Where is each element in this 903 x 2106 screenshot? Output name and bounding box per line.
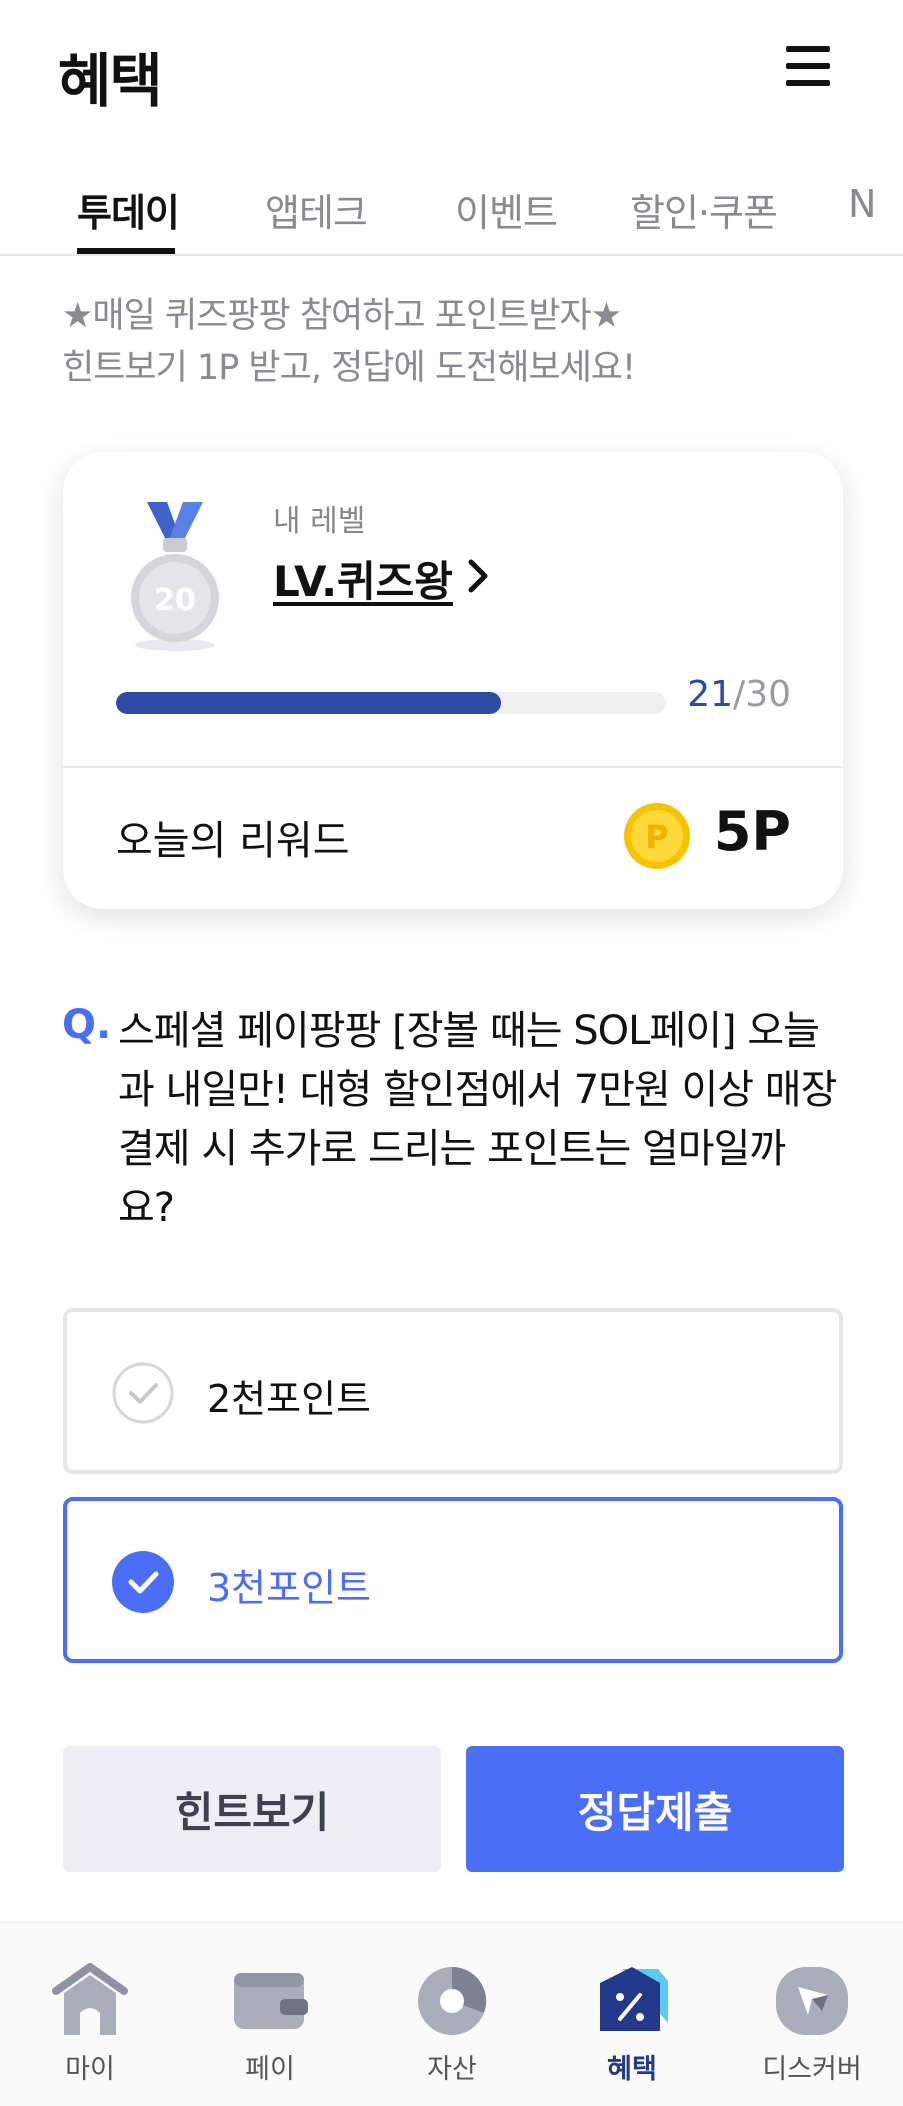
nav-item-benefits[interactable]: 혜택 bbox=[542, 1923, 722, 2106]
tab-next[interactable]: N bbox=[848, 182, 876, 226]
nav-label: 디스커버 bbox=[762, 2054, 862, 2085]
level-progress-fill bbox=[116, 692, 501, 714]
answer-option-1[interactable]: 2천포인트 bbox=[63, 1308, 843, 1474]
progress-separator: / bbox=[733, 674, 746, 715]
nav-label: 페이 bbox=[245, 2054, 295, 2085]
tab-event[interactable]: 이벤트 bbox=[455, 182, 558, 237]
quiz-intro: ★매일 퀴즈팡팡 참여하고 포인트받자★ 힌트보기 1P 받고, 정답에 도전해… bbox=[62, 290, 636, 394]
point-coin-icon: P bbox=[624, 803, 690, 869]
hamburger-menu-icon[interactable] bbox=[784, 44, 832, 88]
bottom-navigation: 마이 페이 자산 혜택 디스커버 bbox=[0, 1922, 903, 2106]
medal-number: 20 bbox=[154, 583, 196, 618]
nav-item-assets[interactable]: 자산 bbox=[362, 1923, 542, 2106]
nav-label: 마이 bbox=[65, 2054, 115, 2085]
answer-option-2[interactable]: 3천포인트 bbox=[63, 1497, 843, 1663]
progress-current: 21 bbox=[687, 674, 734, 715]
home-icon bbox=[52, 1963, 128, 2035]
wallet-icon bbox=[234, 1973, 308, 2029]
level-card: 20 내 레벨 LV.퀴즈왕 21/30 오늘의 리워드 P 5P bbox=[63, 452, 843, 909]
question-marker: Q. bbox=[62, 1002, 112, 1048]
level-name-link[interactable]: LV.퀴즈왕 bbox=[273, 548, 453, 609]
intro-line-2: 힌트보기 1P 받고, 정답에 도전해보세요! bbox=[62, 348, 636, 388]
nav-label: 자산 bbox=[427, 2054, 477, 2085]
active-tab-indicator bbox=[77, 248, 175, 254]
progress-total: 30 bbox=[745, 674, 791, 715]
nav-item-pay[interactable]: 페이 bbox=[180, 1923, 360, 2106]
app-header: 혜택 bbox=[0, 0, 903, 140]
reward-label: 오늘의 리워드 bbox=[116, 818, 350, 864]
page-title: 혜택 bbox=[58, 47, 163, 115]
svg-text:P: P bbox=[645, 818, 668, 856]
nav-item-my[interactable]: 마이 bbox=[0, 1923, 180, 2106]
nav-item-discover[interactable]: 디스커버 bbox=[722, 1923, 902, 2106]
option-label: 3천포인트 bbox=[207, 1566, 372, 1610]
level-progress-bar bbox=[116, 692, 666, 714]
submit-answer-button[interactable]: 정답제출 bbox=[466, 1746, 844, 1872]
option-label: 2천포인트 bbox=[207, 1377, 372, 1421]
discount-tag-icon bbox=[600, 1967, 668, 2031]
compass-icon bbox=[776, 1967, 848, 2035]
tab-bar: 투데이 앱테크 이벤트 할인·쿠폰 N bbox=[0, 160, 903, 256]
level-progress-text: 21/30 bbox=[687, 674, 791, 715]
reward-value: 5P bbox=[713, 800, 791, 863]
tab-apptech[interactable]: 앱테크 bbox=[265, 182, 368, 237]
medal-icon: 20 bbox=[131, 502, 219, 651]
tab-discount-coupon[interactable]: 할인·쿠폰 bbox=[630, 182, 778, 237]
hint-button[interactable]: 힌트보기 bbox=[63, 1746, 441, 1872]
question-text: 스페셜 페이팡팡 [장볼 때는 SOL페이] 오늘과 내일만! 대형 할인점에서… bbox=[118, 1008, 837, 1231]
tab-today[interactable]: 투데이 bbox=[77, 182, 180, 237]
card-divider bbox=[63, 766, 843, 768]
chevron-right-icon[interactable] bbox=[463, 556, 495, 596]
unchecked-circle-icon bbox=[112, 1362, 174, 1424]
pie-chart-icon bbox=[418, 1966, 487, 2035]
checked-circle-icon bbox=[112, 1551, 174, 1613]
nav-label: 혜택 bbox=[607, 2054, 657, 2085]
level-caption: 내 레벨 bbox=[273, 504, 366, 539]
intro-line-1: ★매일 퀴즈팡팡 참여하고 포인트받자★ bbox=[62, 296, 622, 336]
